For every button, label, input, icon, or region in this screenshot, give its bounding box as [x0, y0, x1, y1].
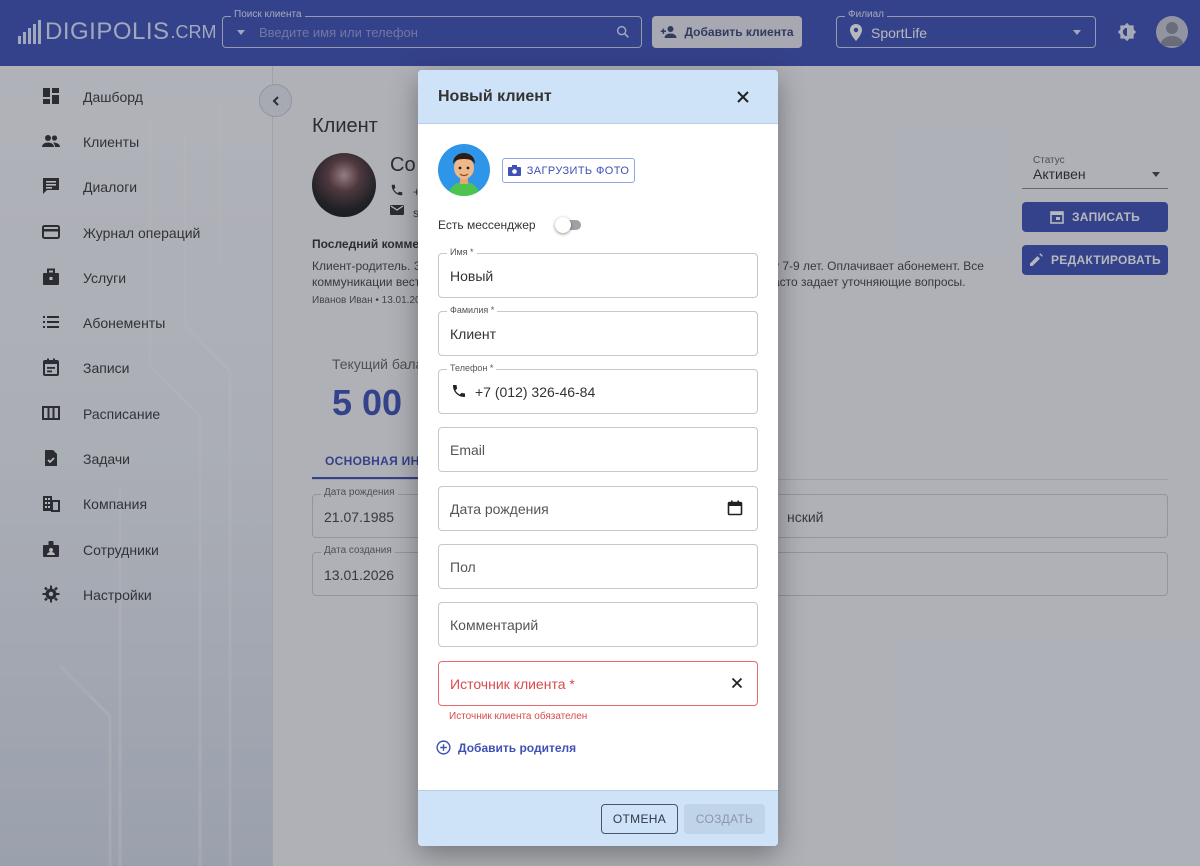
last-name-field[interactable]: Фамилия * Клиент [438, 305, 758, 356]
phone-icon [453, 385, 465, 397]
field-label: Телефон * [447, 363, 497, 373]
cancel-button[interactable]: ОТМЕНА [601, 804, 678, 834]
field-placeholder: Пол [450, 559, 476, 575]
clear-icon[interactable] [731, 677, 743, 689]
field-value: Новый [450, 268, 494, 284]
field-label: Фамилия * [447, 305, 498, 315]
field-placeholder: Комментарий [450, 617, 539, 633]
plus-circle-icon [436, 740, 451, 755]
gender-select[interactable]: Пол [438, 544, 758, 589]
client-avatar-placeholder [438, 144, 490, 196]
add-parent-link[interactable]: Добавить родителя [436, 740, 576, 755]
field-value: +7 (012) 326-46-84 [475, 384, 596, 400]
dialog-header: Новый клиент [418, 70, 778, 124]
toggle-knob [555, 217, 571, 233]
field-placeholder: Email [450, 442, 486, 458]
new-client-dialog: Новый клиент ЗАГРУЗИТЬ ФОТО Есть мессенд… [418, 70, 778, 846]
field-label: Имя * [447, 247, 477, 257]
add-parent-label: Добавить родителя [458, 740, 577, 755]
field-placeholder: Источник клиента * [450, 676, 575, 692]
phone-field[interactable]: Телефон * +7 (012) 326-46-84 [438, 363, 758, 414]
messenger-label: Есть мессенджер [438, 218, 536, 232]
comment-field[interactable]: Комментарий [438, 602, 758, 647]
camera-icon [507, 165, 521, 176]
dialog-title: Новый клиент [438, 88, 552, 105]
messenger-toggle[interactable] [555, 217, 581, 233]
upload-photo-label: ЗАГРУЗИТЬ ФОТО [526, 164, 630, 177]
field-placeholder: Дата рождения [450, 501, 549, 517]
email-field[interactable]: Email [438, 427, 758, 472]
calendar-icon[interactable] [727, 500, 743, 516]
close-icon[interactable] [735, 89, 751, 105]
source-error-message: Источник клиента обязателен [449, 711, 588, 722]
field-value: Клиент [450, 326, 497, 342]
create-button[interactable]: СОЗДАТЬ [684, 804, 765, 834]
avatar-illustration-icon [448, 153, 480, 196]
upload-photo-button[interactable]: ЗАГРУЗИТЬ ФОТО [502, 158, 635, 183]
birth-date-input[interactable]: Дата рождения [438, 486, 758, 531]
client-source-select[interactable]: Источник клиента * [438, 661, 758, 706]
dialog-footer: ОТМЕНА СОЗДАТЬ [418, 790, 778, 846]
first-name-field[interactable]: Имя * Новый [438, 247, 758, 298]
